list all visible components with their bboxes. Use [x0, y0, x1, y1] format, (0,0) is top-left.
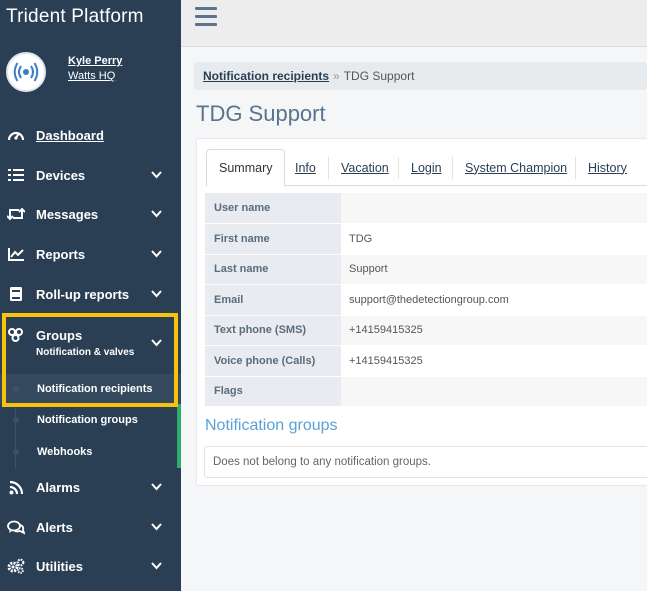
tab-bar: Summary Info Vacation Login System Champ… — [206, 149, 647, 187]
notification-groups-heading: Notification groups — [205, 417, 338, 434]
bullet-icon — [13, 417, 19, 423]
chevron-down-icon — [150, 288, 162, 300]
sidebar-subitem-webhooks[interactable]: Webhooks — [0, 437, 181, 467]
breadcrumb-separator: » — [333, 69, 340, 83]
breadcrumb-current: TDG Support — [343, 69, 415, 83]
chevron-down-icon — [150, 248, 162, 260]
table-row: Voice phone (Calls) +14159415325 — [205, 345, 647, 377]
sidebar-item-alarms[interactable]: Alarms — [0, 472, 181, 502]
chevron-down-icon — [150, 560, 162, 572]
sidebar: Trident Platform Kyle Perry Watts HQ Das… — [0, 0, 181, 591]
sidebar-item-rollup-reports[interactable]: Roll-up reports — [0, 279, 181, 309]
gears-icon — [7, 557, 25, 575]
highlight-box — [2, 313, 178, 407]
sidebar-item-label: Utilities — [36, 558, 83, 574]
sidebar-subitem-notification-groups[interactable]: Notification groups — [0, 405, 181, 435]
table-row: First name TDG — [205, 223, 647, 255]
rss-icon — [7, 478, 25, 496]
field-label: Email — [205, 284, 341, 316]
sidebar-item-alerts[interactable]: Alerts — [0, 512, 181, 542]
field-value: +14159415325 — [341, 315, 647, 346]
breadcrumb-link[interactable]: Notification recipients — [203, 69, 329, 83]
field-value — [341, 193, 647, 224]
page-title: TDG Support — [196, 101, 326, 126]
menu-toggle-icon[interactable] — [195, 7, 219, 27]
book-icon — [7, 285, 25, 303]
retweet-icon — [7, 205, 25, 223]
chevron-down-icon — [150, 208, 162, 220]
tab-info[interactable]: Info — [283, 149, 328, 186]
sidebar-item-messages[interactable]: Messages — [0, 199, 181, 229]
sidebar-item-label: Alerts — [36, 519, 73, 535]
top-navbar — [181, 0, 647, 47]
table-row: Flags — [205, 376, 647, 407]
sidebar-subitem-label: Webhooks — [37, 446, 93, 458]
active-indicator — [177, 404, 181, 468]
table-row: Text phone (SMS) +14159415325 — [205, 315, 647, 346]
field-label: Flags — [205, 376, 341, 407]
sidebar-item-label: Messages — [36, 206, 99, 222]
tab-vacation[interactable]: Vacation — [329, 149, 401, 186]
sidebar-item-dashboard[interactable]: Dashboard — [0, 120, 181, 150]
sidebar-item-label: Reports — [36, 246, 86, 262]
chevron-down-icon — [150, 521, 162, 533]
tab-summary[interactable]: Summary — [206, 149, 286, 187]
field-value: +14159415325 — [341, 345, 647, 377]
table-row: Email support@thedetectiongroup.com — [205, 284, 647, 316]
field-label: Text phone (SMS) — [205, 315, 341, 346]
app-title: Trident Platform — [0, 0, 181, 34]
field-label: Voice phone (Calls) — [205, 345, 341, 377]
table-row: Last name Support — [205, 254, 647, 285]
sidebar-item-label: Devices — [36, 167, 86, 183]
recipient-details-table: User name First name TDG Last name Support… — [205, 193, 647, 407]
field-value: TDG — [341, 223, 647, 255]
list-icon — [7, 166, 25, 184]
tab-login[interactable]: Login — [399, 149, 454, 186]
signal-logo-icon — [13, 62, 39, 82]
profile-name-link[interactable]: Kyle Perry — [68, 55, 122, 67]
tab-history[interactable]: History — [576, 149, 639, 186]
speedometer-icon — [7, 126, 25, 144]
sidebar-item-label: Dashboard — [36, 127, 104, 143]
chevron-down-icon — [150, 481, 162, 493]
table-row: User name — [205, 193, 647, 224]
sidebar-subitem-label: Notification groups — [37, 414, 138, 426]
line-chart-icon — [7, 245, 25, 263]
tab-system-champion[interactable]: System Champion — [453, 149, 579, 186]
sidebar-item-reports[interactable]: Reports — [0, 239, 181, 269]
field-value: Support — [341, 254, 647, 285]
sidebar-item-label: Roll-up reports — [36, 286, 130, 302]
field-value — [341, 376, 647, 407]
notification-groups-empty: Does not belong to any notification grou… — [204, 446, 647, 478]
recipient-panel: Summary Info Vacation Login System Champ… — [196, 138, 647, 486]
sidebar-item-label: Alarms — [36, 479, 81, 495]
field-label: User name — [205, 193, 341, 224]
bullet-icon — [13, 449, 19, 455]
breadcrumb: Notification recipients » TDG Support — [194, 62, 647, 90]
comments-icon — [7, 518, 25, 536]
sidebar-item-utilities[interactable]: Utilities — [0, 551, 181, 581]
field-label: Last name — [205, 254, 341, 285]
field-value: support@thedetectiongroup.com — [341, 284, 647, 316]
chevron-down-icon — [150, 169, 162, 181]
profile-org-link[interactable]: Watts HQ — [68, 70, 115, 82]
user-profile: Kyle Perry Watts HQ — [6, 52, 181, 96]
field-label: First name — [205, 223, 341, 255]
avatar — [6, 52, 46, 92]
sidebar-item-devices[interactable]: Devices — [0, 160, 181, 190]
